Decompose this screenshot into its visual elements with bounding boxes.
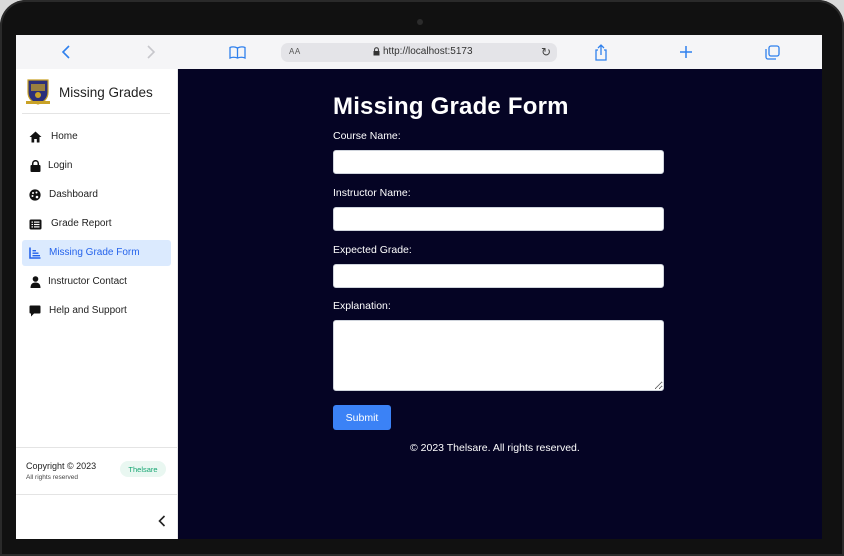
rights-text: All rights reserved xyxy=(26,474,79,481)
footer-text: © 2023 Thelsare. All rights reserved. xyxy=(410,442,580,454)
sidebar-item-help-and-support[interactable]: Help and Support xyxy=(22,298,171,324)
sidebar-item-missing-grade-form[interactable]: Missing Grade Form xyxy=(22,240,171,266)
sidebar-item-label: Home xyxy=(51,131,78,142)
expected-grade-label: Expected Grade: xyxy=(333,244,412,256)
university-crest-logo xyxy=(25,78,51,106)
browser-toolbar: AA http://localhost:5173 ↻ xyxy=(16,35,822,70)
sidebar-item-label: Instructor Contact xyxy=(48,276,127,287)
divider xyxy=(22,113,170,114)
new-tab-icon[interactable] xyxy=(675,41,697,63)
screen: AA http://localhost:5173 ↻ Missing Grade… xyxy=(16,35,822,539)
instructor-name-input[interactable] xyxy=(333,207,664,231)
course-name-label: Course Name: xyxy=(333,130,401,142)
sidebar-item-label: Grade Report xyxy=(51,218,112,229)
explanation-label: Explanation: xyxy=(333,300,391,312)
sidebar-item-label: Dashboard xyxy=(49,189,98,200)
forward-icon[interactable] xyxy=(140,41,162,63)
instructor-name-label: Instructor Name: xyxy=(333,187,411,199)
divider xyxy=(16,447,177,448)
collapse-sidebar-icon[interactable] xyxy=(158,515,166,531)
main-content: Missing Grade Form Course Name: Instruct… xyxy=(178,69,822,539)
sidebar-item-instructor-contact[interactable]: Instructor Contact xyxy=(22,269,171,295)
sidebar-item-grade-report[interactable]: Grade Report xyxy=(22,211,171,237)
brand-badge: Thelsare xyxy=(120,461,166,477)
sidebar-item-label: Help and Support xyxy=(49,305,127,316)
text-size-button[interactable]: AA xyxy=(289,47,301,56)
address-bar[interactable]: AA http://localhost:5173 ↻ xyxy=(281,43,557,62)
home-icon xyxy=(28,130,42,144)
chart-icon xyxy=(28,246,42,260)
expected-grade-input[interactable] xyxy=(333,264,664,288)
lock-icon xyxy=(28,159,42,173)
palette-icon xyxy=(28,188,42,202)
sidebar-item-dashboard[interactable]: Dashboard xyxy=(22,182,171,208)
lock-icon xyxy=(373,47,380,59)
brand[interactable]: Missing Grades xyxy=(25,77,175,107)
sidebar-item-login[interactable]: Login xyxy=(22,153,171,179)
submit-button[interactable]: Submit xyxy=(333,405,391,430)
reload-icon[interactable]: ↻ xyxy=(541,45,551,59)
explanation-textarea[interactable] xyxy=(333,320,664,391)
copyright-text: Copyright © 2023 xyxy=(26,461,97,471)
sidebar-item-home[interactable]: Home xyxy=(22,124,171,150)
sidebar-item-label: Missing Grade Form xyxy=(49,247,140,258)
tabs-overview-icon[interactable] xyxy=(761,41,783,63)
front-camera xyxy=(417,19,423,25)
chat-icon xyxy=(28,304,42,318)
back-icon[interactable] xyxy=(55,41,77,63)
device-frame: AA http://localhost:5173 ↻ Missing Grade… xyxy=(0,0,844,556)
sidebar-nav: Home Login Dashboard Grade Report Missin… xyxy=(22,124,171,327)
url-text: http://localhost:5173 xyxy=(383,46,473,57)
person-icon xyxy=(28,275,42,289)
sidebar: Missing Grades Home Login Dashboard Grad… xyxy=(16,69,178,539)
divider xyxy=(16,494,177,495)
share-icon[interactable] xyxy=(590,41,612,63)
page-title: Missing Grade Form xyxy=(333,93,569,120)
app-title: Missing Grades xyxy=(59,84,153,100)
sidebar-item-label: Login xyxy=(48,160,73,171)
bookmarks-icon[interactable] xyxy=(226,41,248,63)
course-name-input[interactable] xyxy=(333,150,664,174)
list-icon xyxy=(28,217,42,231)
